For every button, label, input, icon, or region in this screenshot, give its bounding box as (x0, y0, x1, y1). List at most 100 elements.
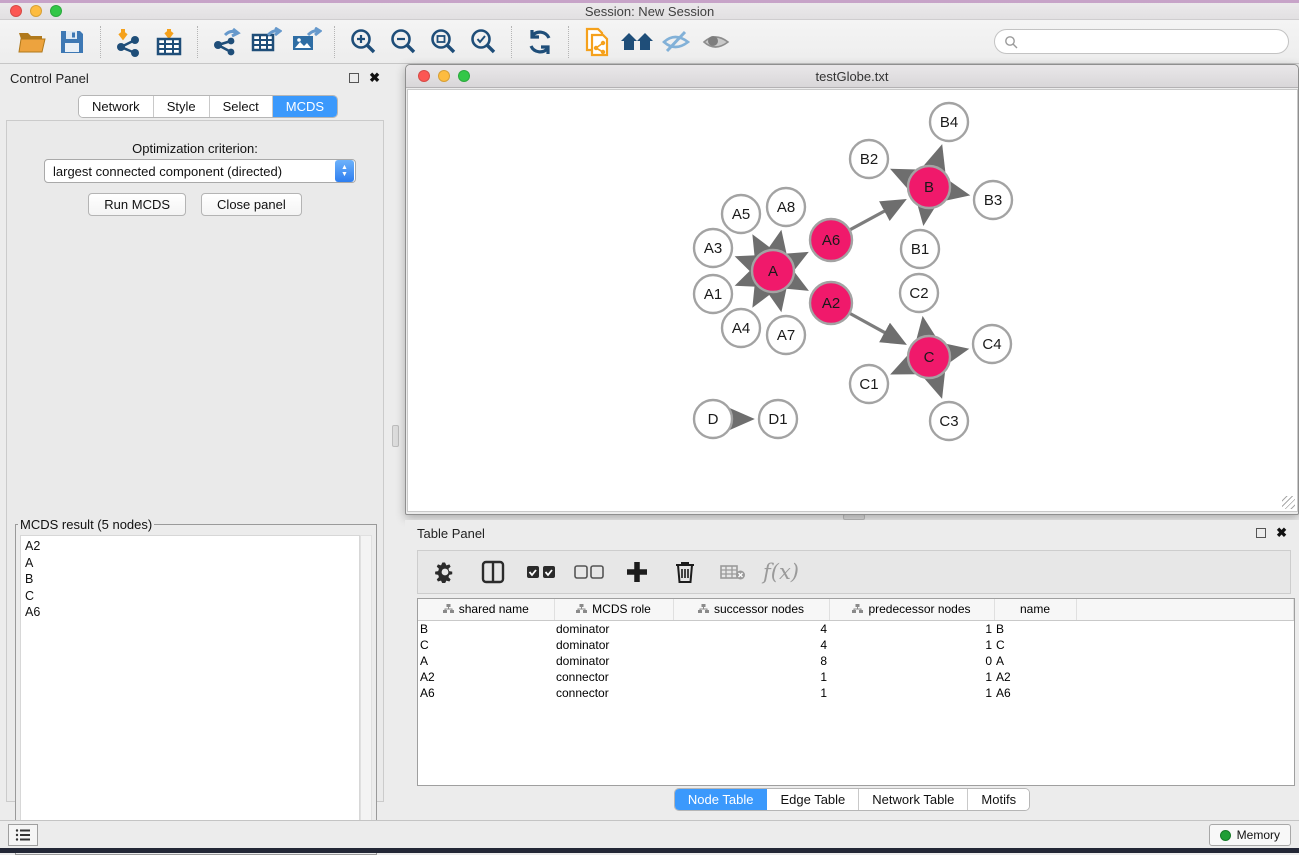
graph-node-A4[interactable]: A4 (722, 309, 760, 347)
graph-edge-C-C2[interactable] (923, 321, 925, 336)
tab-style[interactable]: Style (154, 96, 210, 117)
close-table-panel-icon[interactable]: ✖ (1276, 528, 1287, 538)
mcds-result-list[interactable]: A2 A B C A6 (20, 535, 360, 850)
graph-edge-B-B1[interactable] (924, 209, 926, 222)
float-table-panel-icon[interactable] (1256, 528, 1266, 538)
column-header-name[interactable]: name (994, 599, 1076, 620)
refresh-view-icon[interactable] (520, 24, 560, 60)
graph-node-A6[interactable]: A6 (810, 219, 852, 261)
memory-button[interactable]: Memory (1209, 824, 1291, 846)
export-table-icon[interactable] (246, 24, 286, 60)
export-network-icon[interactable] (206, 24, 246, 60)
import-table-icon[interactable] (149, 24, 189, 60)
graph-node-A8[interactable]: A8 (767, 188, 805, 226)
resize-grip-icon[interactable] (1282, 496, 1295, 509)
node-table[interactable]: shared name MCDS role successor nodes pr… (417, 598, 1295, 786)
list-item[interactable]: C (25, 588, 355, 605)
graph-edge-C-C1[interactable] (895, 366, 909, 372)
show-graphics-details-icon[interactable] (697, 24, 737, 60)
column-view-icon[interactable] (476, 555, 510, 589)
table-row[interactable]: Adominator80A (418, 653, 1294, 669)
function-builder-icon[interactable]: f(x) (764, 555, 798, 589)
graph-edge-B-B4[interactable] (935, 149, 940, 166)
graph-node-A[interactable]: A (752, 250, 794, 292)
table-row[interactable]: Bdominator41B (418, 620, 1294, 637)
close-panel-button[interactable]: Close panel (201, 193, 302, 216)
table-row[interactable]: Cdominator41C (418, 637, 1294, 653)
graph-edge-A-A8[interactable] (777, 234, 780, 249)
graph-edge-A-A5[interactable] (755, 238, 763, 251)
clone-network-icon[interactable] (577, 24, 617, 60)
add-column-icon[interactable] (620, 555, 654, 589)
graph-node-D1[interactable]: D1 (759, 400, 797, 438)
table-row[interactable]: A6connector11A6 (418, 685, 1294, 701)
search-input[interactable] (1018, 34, 1288, 49)
zoom-in-icon[interactable] (343, 24, 383, 60)
tab-select[interactable]: Select (210, 96, 273, 117)
zoom-fit-icon[interactable] (423, 24, 463, 60)
delete-table-icon[interactable] (716, 555, 750, 589)
scrollbar-track[interactable] (360, 535, 372, 850)
graph-edge-A-A2[interactable] (792, 282, 804, 289)
graph-edge-A-A6[interactable] (792, 254, 804, 260)
graph-node-B[interactable]: B (908, 166, 950, 208)
graph-edge-A-A1[interactable] (739, 279, 752, 284)
graph-node-A3[interactable]: A3 (694, 229, 732, 267)
float-panel-icon[interactable] (349, 73, 359, 83)
graph-edge-A-A4[interactable] (755, 290, 763, 303)
network-window-titlebar[interactable]: testGlobe.txt (406, 65, 1298, 88)
graph-edge-A2-C[interactable] (850, 314, 902, 343)
graph-edge-B-B2[interactable] (894, 171, 909, 178)
graph-node-D[interactable]: D (694, 400, 732, 438)
list-item[interactable]: A2 (25, 538, 355, 555)
graph-node-B4[interactable]: B4 (930, 103, 968, 141)
column-header-predecessor-nodes[interactable]: predecessor nodes (829, 599, 994, 620)
tab-network-table[interactable]: Network Table (859, 789, 968, 810)
graph-node-A7[interactable]: A7 (767, 316, 805, 354)
tab-node-table[interactable]: Node Table (675, 789, 768, 810)
graph-node-B2[interactable]: B2 (850, 140, 888, 178)
import-network-icon[interactable] (109, 24, 149, 60)
graph-node-A1[interactable]: A1 (694, 275, 732, 313)
task-history-button[interactable] (8, 824, 38, 846)
select-all-checkboxes-icon[interactable] (524, 555, 558, 589)
close-panel-icon[interactable]: ✖ (369, 73, 380, 83)
open-file-icon[interactable] (12, 24, 52, 60)
tab-motifs[interactable]: Motifs (968, 789, 1029, 810)
column-header-shared-name[interactable]: shared name (418, 599, 554, 620)
graph-node-B1[interactable]: B1 (901, 230, 939, 268)
graph-node-A5[interactable]: A5 (722, 195, 760, 233)
network-canvas[interactable]: B4 B2 B B3 B1 A5A8A6 A3 A A1 C2 A2 A4A7 C4 C C1 C3 D D1 (407, 89, 1298, 512)
graph-node-C1[interactable]: C1 (850, 365, 888, 403)
criterion-dropdown[interactable]: largest connected component (directed) ▲… (44, 159, 356, 183)
graph-node-C3[interactable]: C3 (930, 402, 968, 440)
tab-edge-table[interactable]: Edge Table (767, 789, 859, 810)
run-mcds-button[interactable]: Run MCDS (88, 193, 186, 216)
export-image-icon[interactable] (286, 24, 326, 60)
graph-edge-C-C3[interactable] (936, 378, 941, 394)
search-box[interactable] (994, 29, 1289, 54)
zoom-selected-icon[interactable] (463, 24, 503, 60)
graph-node-C2[interactable]: C2 (900, 274, 938, 312)
save-session-icon[interactable] (52, 24, 92, 60)
table-row[interactable]: A2connector11A2 (418, 669, 1294, 685)
hide-graphics-details-icon[interactable] (657, 24, 697, 60)
deselect-all-checkboxes-icon[interactable] (572, 555, 606, 589)
graph-node-A2[interactable]: A2 (810, 282, 852, 324)
column-header-successor-nodes[interactable]: successor nodes (673, 599, 829, 620)
home-layout-icon[interactable] (617, 24, 657, 60)
graph-edge-A-A3[interactable] (739, 258, 752, 263)
graph-edge-B-B3[interactable] (951, 191, 966, 194)
list-item[interactable]: A6 (25, 604, 355, 621)
zoom-out-icon[interactable] (383, 24, 423, 60)
graph-edge-A6-B[interactable] (850, 201, 902, 229)
tab-network[interactable]: Network (79, 96, 154, 117)
graph-edge-C-C4[interactable] (951, 350, 965, 353)
delete-column-icon[interactable] (668, 555, 702, 589)
graph-edge-A-A7[interactable] (777, 293, 780, 308)
vertical-splitter-grip[interactable] (392, 425, 399, 447)
column-header-mcds-role[interactable]: MCDS role (554, 599, 673, 620)
graph-node-C[interactable]: C (908, 336, 950, 378)
graph-node-C4[interactable]: C4 (973, 325, 1011, 363)
graph-node-B3[interactable]: B3 (974, 181, 1012, 219)
